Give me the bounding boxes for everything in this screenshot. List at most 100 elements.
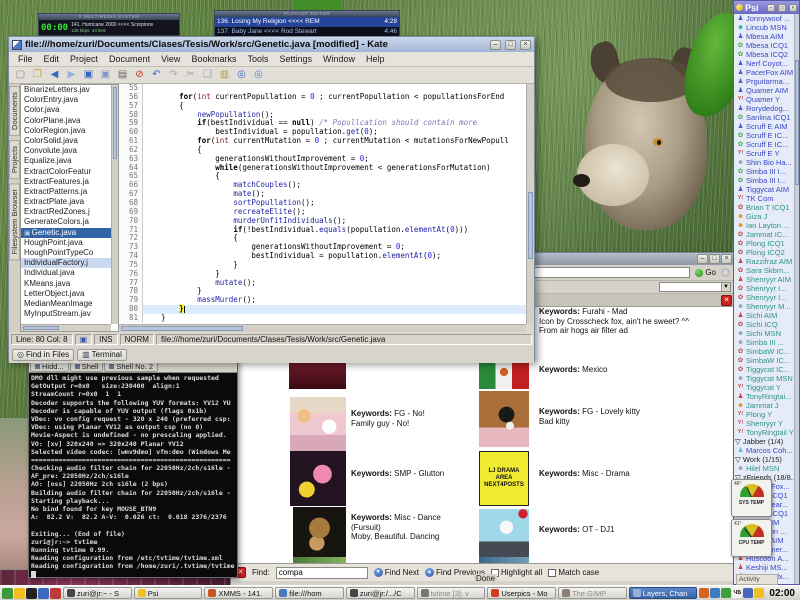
minimize-button[interactable]: – [697, 254, 708, 264]
copy-icon[interactable]: ❑ [200, 68, 215, 82]
file-item[interactable]: HoughPoint.java [21, 238, 111, 248]
scrollbar[interactable] [111, 85, 118, 324]
new-file-icon[interactable]: ▢ [13, 68, 28, 82]
close-button[interactable]: × [520, 40, 531, 50]
contact-item[interactable]: ✿Sanlina ICQ1 [734, 113, 794, 122]
menu-file[interactable]: File [13, 54, 38, 64]
code-line[interactable]: 81 } [119, 314, 526, 323]
contact-item[interactable]: ♟Prguitarma... [734, 77, 794, 86]
file-item[interactable]: ExtractPlate.java [21, 197, 111, 207]
undo-icon[interactable]: ↶ [149, 68, 164, 82]
find-icon[interactable]: ◎ [234, 68, 249, 82]
zoom-icon[interactable]: ◎ [251, 68, 266, 82]
file-item[interactable]: Color.java [21, 105, 111, 115]
file-item[interactable]: IndividualFactory.j [21, 258, 111, 268]
contact-item[interactable]: ☻Jammat J [734, 401, 794, 410]
chevron-down-icon[interactable]: ▼ [721, 283, 730, 291]
konsole-panel-icon[interactable] [26, 588, 37, 599]
editor-horizontal-scrollbar[interactable] [119, 324, 526, 332]
contact-item[interactable]: ☻Ian Layton ... [734, 221, 794, 230]
menu-document[interactable]: Document [104, 54, 155, 64]
taskbar-task[interactable]: zuri@jr:~ - S [63, 587, 132, 599]
file-item[interactable]: Individual.java [21, 268, 111, 278]
contact-item[interactable]: ✿Scruff E IC... [734, 140, 794, 149]
sidebar-tab-projects[interactable]: Projects [9, 140, 20, 179]
cut-icon[interactable]: ✂ [183, 68, 198, 82]
menu-bookmarks[interactable]: Bookmarks [186, 54, 241, 64]
taskbar-task[interactable]: XMMS - 141. [204, 587, 273, 599]
save-icon[interactable]: ▣ [81, 68, 96, 82]
search-box[interactable]: ▼ [659, 282, 731, 292]
editor-vertical-scrollbar[interactable] [526, 84, 534, 324]
contact-item[interactable]: Y!TK Com [734, 194, 794, 203]
taskbar-task[interactable]: Userpics - Mo [487, 587, 556, 599]
file-item[interactable]: ExtractPatterns.ja [21, 187, 111, 197]
close-tab-button[interactable]: ✕ [721, 295, 732, 306]
contact-item[interactable]: ☻Lincub MSN [734, 23, 794, 32]
thumbnail-misc-dance[interactable] [293, 507, 346, 557]
xmms-main-window[interactable]: X MULTIMEDIA SYSTEM 00:00 141. Hurricane… [38, 13, 180, 36]
find-in-files-button[interactable]: ◎Find in Files [12, 349, 74, 361]
contact-item[interactable]: ✿Simba III I... [734, 167, 794, 176]
thumbnail-partial[interactable] [293, 557, 346, 563]
highlight-all-checkbox[interactable]: Highlight all [491, 568, 542, 577]
menu-project[interactable]: Project [65, 54, 103, 64]
file-item[interactable]: ▣Genetic.java [21, 228, 111, 238]
contact-item[interactable]: ☻Sichi MSN [734, 329, 794, 338]
contact-item[interactable]: ✿Sichi ICQ [734, 320, 794, 329]
file-item[interactable]: MyInputStream.jav [21, 309, 111, 319]
minimize-button[interactable]: – [490, 40, 501, 50]
contact-item[interactable]: Y!Tiggycat Y [734, 383, 794, 392]
psi-tray-icon[interactable] [754, 588, 764, 598]
code-line[interactable]: 80 } [119, 305, 526, 314]
thumbnail-partial[interactable] [479, 557, 529, 563]
minimize-button[interactable]: – [767, 4, 775, 12]
konsole-window[interactable]: Hidd...ShellShell No. 2 DMO dll might us… [28, 359, 238, 578]
contact-item[interactable]: ♟Razzifraz AIM [734, 257, 794, 266]
open-file-icon[interactable]: ❐ [30, 68, 45, 82]
contact-item[interactable]: ✿Jammat IC... [734, 230, 794, 239]
xmms-tray-icon[interactable] [721, 588, 731, 598]
contact-item[interactable]: ✿Mbesa ICQ1 [734, 41, 794, 50]
file-item[interactable]: ColorSolid.java [21, 136, 111, 146]
app-red-icon[interactable] [50, 588, 61, 599]
contact-item[interactable]: Y!Scruff E Y [734, 149, 794, 158]
roster-group[interactable]: ▽ Jabber (1/4) [734, 437, 794, 446]
file-item[interactable]: HoughPointTypeCo [21, 248, 111, 258]
file-item[interactable]: ColorPlane.java [21, 116, 111, 126]
menu-help[interactable]: Help [361, 54, 390, 64]
menu-view[interactable]: View [156, 54, 185, 64]
contact-item[interactable]: ✿Shenryyr I... [734, 284, 794, 293]
file-item[interactable]: MedianMeanImage [21, 299, 111, 309]
taskbar-task[interactable]: The GIMP [558, 587, 627, 599]
psi-titlebar[interactable]: Psi – □ × [734, 1, 799, 14]
scrollbar[interactable] [794, 14, 799, 584]
menu-edit[interactable]: Edit [39, 54, 65, 64]
kate-titlebar[interactable]: file:///home/zuri/Documents/Clases/Tesis… [9, 37, 534, 52]
file-item[interactable]: Equalize.java [21, 156, 111, 166]
taskbar-task[interactable]: Layers, Chan [629, 587, 698, 599]
contact-item[interactable]: ✿Shenryyr I... [734, 293, 794, 302]
save-as-icon[interactable]: ▣ [98, 68, 113, 82]
thumbnail-lovely-kitty[interactable] [479, 391, 529, 447]
file-item[interactable]: KMeans.java [21, 279, 111, 289]
contact-item[interactable]: Y!Quamer Y [734, 95, 794, 104]
show-desktop-icon[interactable] [2, 588, 13, 599]
contact-item[interactable]: ☻Giza J [734, 212, 794, 221]
contact-item[interactable]: ♟Shenryyr AIM [734, 275, 794, 284]
stop-icon[interactable]: ⊘ [132, 68, 147, 82]
contact-item[interactable]: ✿Plong ICQ1 [734, 239, 794, 248]
contact-item[interactable]: ♟PacerFox AIM [734, 68, 794, 77]
contact-item[interactable]: ☻Shenryyr M... [734, 302, 794, 311]
menu-window[interactable]: Window [318, 54, 360, 64]
close-button[interactable]: × [789, 4, 797, 12]
file-item[interactable]: BinarizeLetters.jav [21, 85, 111, 95]
contact-item[interactable]: ✿Tiggycat IC... [734, 365, 794, 374]
match-case-checkbox[interactable]: Match case [548, 568, 599, 577]
file-item[interactable]: ColorRegion.java [21, 126, 111, 136]
contact-item[interactable]: ☻Simba III ... [734, 338, 794, 347]
file-item[interactable]: ExtractColorFeatur [21, 167, 111, 177]
contact-item[interactable]: ♟Scruff E AIM [734, 122, 794, 131]
xmms-playlist-window[interactable]: PLAYLIST EDITOR 136. Losing My Religion … [214, 10, 400, 37]
contact-item[interactable]: Y!Shenryyr Y [734, 419, 794, 428]
